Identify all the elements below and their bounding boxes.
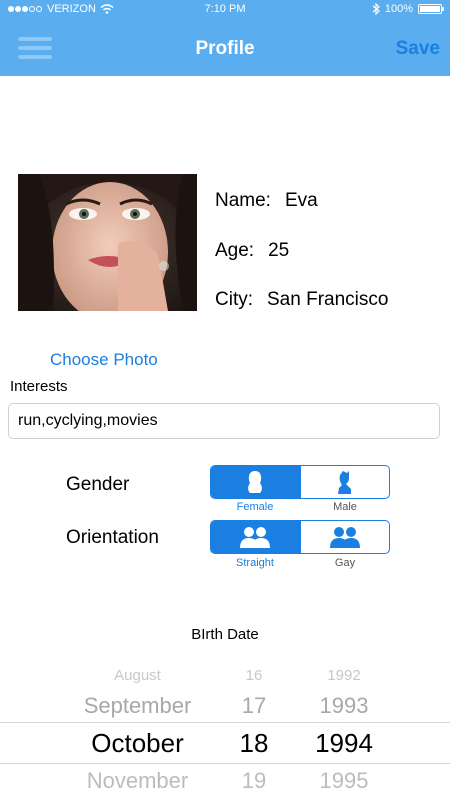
page-title: Profile (195, 38, 255, 59)
couple-icon (240, 527, 271, 548)
month-wheel[interactable]: August September October November (45, 660, 230, 800)
day-option[interactable]: 19 (225, 768, 283, 794)
day-option[interactable]: 17 (225, 693, 283, 719)
year-option[interactable]: 1995 (300, 768, 388, 794)
city-value: San Francisco (267, 289, 389, 310)
name-label: Name: (215, 190, 271, 211)
name-value: Eva (284, 190, 318, 211)
birth-date-picker[interactable]: August September October November 16 17 … (0, 660, 450, 800)
age-value: 25 (268, 240, 290, 261)
year-wheel[interactable]: 1992 1993 1994 1995 (300, 660, 388, 800)
orientation-gay-caption: Gay (334, 557, 356, 569)
day-wheel[interactable]: 16 17 18 19 (225, 660, 283, 800)
orientation-straight-segment[interactable] (211, 521, 300, 553)
gender-label: Gender (66, 474, 130, 495)
month-option[interactable]: September (45, 693, 230, 719)
age-row: Age: 25 (215, 240, 289, 262)
nav-bar: VERIZON 7:10 PM 100% Profile Save (0, 0, 450, 76)
interests-label: Interests (10, 378, 68, 395)
gender-male-caption: Male (333, 501, 357, 513)
day-option[interactable]: 16 (225, 667, 283, 684)
battery-percent: 100% (384, 3, 413, 15)
month-option-selected[interactable]: October (45, 728, 230, 759)
month-option[interactable]: November (45, 768, 230, 794)
couple-icon (329, 527, 360, 548)
year-option-selected[interactable]: 1994 (300, 728, 388, 759)
gender-female-caption: Female (236, 501, 274, 513)
year-option[interactable]: 1992 (300, 667, 388, 684)
gender-male-segment[interactable] (299, 466, 390, 498)
save-button[interactable]: Save (396, 38, 440, 60)
orientation-gay-segment[interactable] (299, 521, 390, 553)
battery-icon (418, 4, 444, 14)
profile-photo (18, 174, 197, 311)
female-icon (248, 471, 263, 493)
birth-date-label: BIrth Date (191, 626, 259, 643)
gender-segmented-control (210, 465, 390, 499)
year-option[interactable]: 1993 (300, 693, 388, 719)
gender-female-segment[interactable] (211, 466, 300, 498)
orientation-straight-caption: Straight (236, 557, 274, 569)
month-option[interactable]: August (45, 667, 230, 684)
status-bar: VERIZON 7:10 PM 100% (0, 0, 450, 20)
bluetooth-icon (372, 3, 380, 15)
choose-photo-button[interactable]: Choose Photo (50, 350, 158, 370)
age-label: Age: (215, 240, 255, 261)
interests-input[interactable]: run,cyclying,movies (8, 403, 440, 439)
orientation-label: Orientation (66, 527, 159, 548)
city-label: City: (215, 289, 253, 310)
day-option-selected[interactable]: 18 (225, 728, 283, 759)
orientation-segmented-control (210, 520, 390, 554)
city-row: City: San Francisco (215, 289, 388, 311)
name-row: Name: Eva (215, 190, 318, 212)
male-icon (337, 471, 351, 494)
